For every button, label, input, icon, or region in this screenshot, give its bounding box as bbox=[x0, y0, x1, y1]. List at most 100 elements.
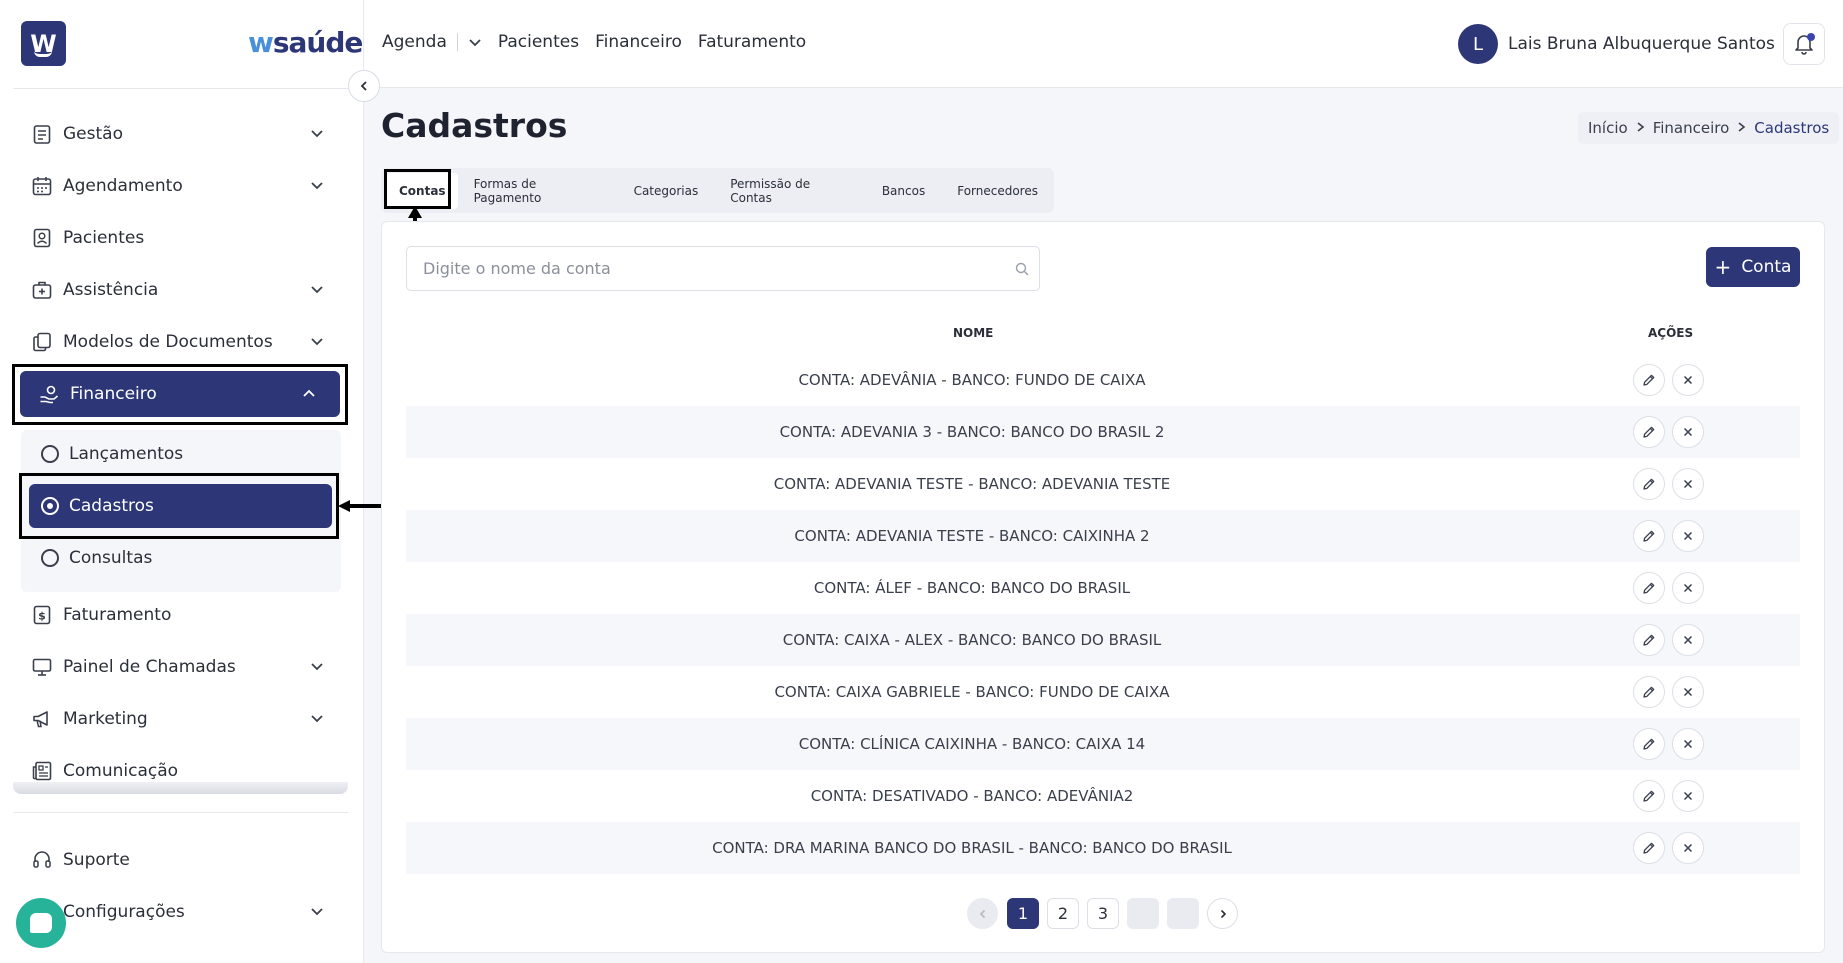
account-name: CONTA: ADEVÂNIA - BANCO: FUNDO DE CAIXA bbox=[798, 371, 1146, 389]
edit-button[interactable] bbox=[1633, 416, 1665, 448]
brand-rest: saúde bbox=[272, 26, 364, 59]
table-row: CONTA: ÁLEF - BANCO: BANCO DO BRASIL bbox=[406, 562, 1800, 614]
delete-button[interactable] bbox=[1672, 520, 1704, 552]
delete-button[interactable] bbox=[1672, 728, 1704, 760]
account-name: CONTA: DESATIVADO - BANCO: ADEVÂNIA2 bbox=[810, 787, 1134, 805]
tab-bancos[interactable]: Bancos bbox=[866, 173, 941, 209]
account-name: CONTA: CAIXA - ALEX - BANCO: BANCO DO BR… bbox=[782, 631, 1162, 649]
edit-button[interactable] bbox=[1633, 624, 1665, 656]
sidebar-item-pacientes[interactable]: Pacientes bbox=[13, 212, 348, 264]
tab-formas-pagamento[interactable]: Formas de Pagamento bbox=[458, 173, 618, 209]
sidebar-item-label: Pacientes bbox=[63, 228, 145, 248]
user-menu[interactable]: L Lais Bruna Albuquerque Santos bbox=[1458, 24, 1799, 64]
topnav-faturamento[interactable]: Faturamento bbox=[698, 32, 806, 52]
delete-button[interactable] bbox=[1672, 364, 1704, 396]
breadcrumb-inicio[interactable]: Início bbox=[1588, 119, 1628, 137]
pagination-page-3[interactable]: 3 bbox=[1087, 898, 1119, 929]
sidebar-item-modelos-documentos[interactable]: Modelos de Documentos bbox=[13, 316, 348, 368]
table-row: CONTA: ADEVANIA TESTE - BANCO: CAIXINHA … bbox=[406, 510, 1800, 562]
pagination-prev-button[interactable] bbox=[967, 898, 998, 929]
submenu-item-consultas[interactable]: Consultas bbox=[29, 536, 332, 580]
sidebar-item-label: Faturamento bbox=[63, 605, 172, 625]
sidebar-item-suporte[interactable]: Suporte bbox=[13, 834, 348, 886]
sidebar-item-painel-chamadas[interactable]: Painel de Chamadas bbox=[13, 641, 348, 693]
user-name: Lais Bruna Albuquerque Santos bbox=[1508, 34, 1775, 54]
tab-categorias[interactable]: Categorias bbox=[618, 173, 715, 209]
app-logo[interactable]: W bbox=[21, 21, 66, 66]
chevron-left-icon bbox=[360, 81, 367, 91]
radio-icon bbox=[41, 549, 59, 567]
pagination-page-2[interactable]: 2 bbox=[1047, 898, 1079, 929]
close-icon bbox=[1683, 427, 1693, 437]
edit-button[interactable] bbox=[1633, 780, 1665, 812]
pencil-icon bbox=[1643, 374, 1655, 386]
close-icon bbox=[1683, 843, 1693, 853]
chat-button[interactable] bbox=[16, 898, 66, 948]
notifications-button[interactable] bbox=[1783, 23, 1825, 65]
sidebar-item-faturamento[interactable]: $ Faturamento bbox=[13, 589, 348, 641]
tab-permissao-contas[interactable]: Permissão de Contas bbox=[714, 173, 866, 209]
sidebar-item-label: Agendamento bbox=[63, 176, 183, 196]
delete-button[interactable] bbox=[1672, 676, 1704, 708]
edit-button[interactable] bbox=[1633, 728, 1665, 760]
topnav-agenda[interactable]: Agenda bbox=[382, 32, 447, 52]
pencil-icon bbox=[1643, 842, 1655, 854]
sidebar-item-assistencia[interactable]: Assistência bbox=[13, 264, 348, 316]
edit-button[interactable] bbox=[1633, 676, 1665, 708]
chevron-down-icon bbox=[310, 177, 324, 197]
highlight-financeiro bbox=[12, 364, 348, 425]
edit-button[interactable] bbox=[1633, 364, 1665, 396]
sidebar-item-marketing[interactable]: Marketing bbox=[13, 693, 348, 745]
brand-name: wsaúde bbox=[248, 26, 364, 59]
sidebar-item-label: Suporte bbox=[63, 850, 130, 870]
pagination-page-1[interactable]: 1 bbox=[1007, 898, 1039, 929]
pagination-next-button[interactable] bbox=[1207, 898, 1238, 929]
pencil-icon bbox=[1643, 686, 1655, 698]
top-nav: Agenda Pacientes Financeiro Faturamento bbox=[382, 32, 822, 52]
pagination-placeholder bbox=[1167, 898, 1199, 929]
close-icon bbox=[1683, 739, 1693, 749]
delete-button[interactable] bbox=[1672, 780, 1704, 812]
sidebar-item-agendamento[interactable]: Agendamento bbox=[13, 160, 348, 212]
topnav-pacientes[interactable]: Pacientes bbox=[498, 32, 579, 52]
search-input[interactable] bbox=[423, 259, 1003, 278]
chevron-down-icon bbox=[310, 903, 324, 923]
table-row: CONTA: CLÍNICA CAIXINHA - BANCO: CAIXA 1… bbox=[406, 718, 1800, 770]
add-conta-button[interactable]: + Conta bbox=[1706, 247, 1800, 287]
pagination-placeholder bbox=[1127, 898, 1159, 929]
delete-button[interactable] bbox=[1672, 624, 1704, 656]
agenda-dropdown-chevron-icon[interactable] bbox=[468, 35, 482, 49]
table-row: CONTA: DRA MARINA BANCO DO BRASIL - BANC… bbox=[406, 822, 1800, 874]
table-row: CONTA: CAIXA - ALEX - BANCO: BANCO DO BR… bbox=[406, 614, 1800, 666]
newspaper-icon bbox=[31, 760, 53, 782]
delete-button[interactable] bbox=[1672, 572, 1704, 604]
edit-button[interactable] bbox=[1633, 468, 1665, 500]
delete-button[interactable] bbox=[1672, 416, 1704, 448]
account-name: CONTA: ÁLEF - BANCO: BANCO DO BRASIL bbox=[813, 579, 1131, 597]
sidebar-item-label: Modelos de Documentos bbox=[63, 332, 273, 352]
sidebar-item-gestao[interactable]: Gestão bbox=[13, 108, 348, 160]
pencil-icon bbox=[1643, 478, 1655, 490]
tab-fornecedores[interactable]: Fornecedores bbox=[941, 173, 1054, 209]
edit-button[interactable] bbox=[1633, 832, 1665, 864]
topnav-financeiro[interactable]: Financeiro bbox=[595, 32, 682, 52]
top-bar: Agenda Pacientes Financeiro Faturamento … bbox=[364, 0, 1843, 88]
sidebar-item-label: Comunicação bbox=[63, 761, 179, 781]
highlight-cadastros bbox=[19, 473, 339, 539]
pencil-icon bbox=[1643, 582, 1655, 594]
chevron-down-icon bbox=[310, 333, 324, 353]
search-field[interactable] bbox=[406, 246, 1040, 291]
pencil-icon bbox=[1643, 426, 1655, 438]
submenu-item-lancamentos[interactable]: Lançamentos bbox=[29, 432, 332, 476]
notification-dot bbox=[1807, 33, 1815, 41]
add-button-label: Conta bbox=[1741, 257, 1792, 277]
edit-button[interactable] bbox=[1633, 520, 1665, 552]
divider bbox=[456, 33, 458, 51]
delete-button[interactable] bbox=[1672, 832, 1704, 864]
sidebar-collapse-button[interactable] bbox=[348, 70, 380, 102]
table-row: CONTA: ADEVÂNIA - BANCO: FUNDO DE CAIXA bbox=[406, 354, 1800, 406]
breadcrumb-financeiro[interactable]: Financeiro bbox=[1653, 119, 1730, 137]
edit-button[interactable] bbox=[1633, 572, 1665, 604]
delete-button[interactable] bbox=[1672, 468, 1704, 500]
table-row: CONTA: ADEVANIA TESTE - BANCO: ADEVANIA … bbox=[406, 458, 1800, 510]
